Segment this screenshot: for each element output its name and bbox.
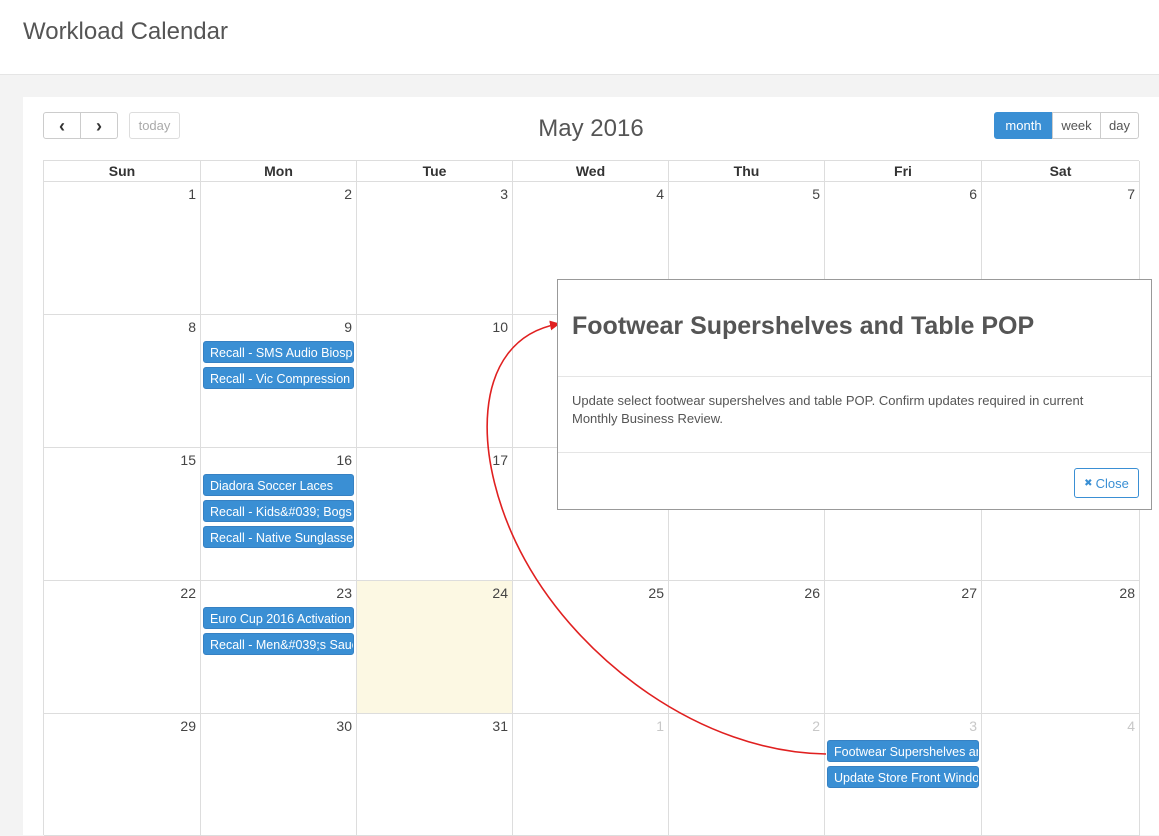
modal-title: Footwear Supershelves and Table POP <box>572 312 1035 340</box>
day-cell[interactable]: 27 <box>825 581 982 714</box>
day-number: 3 <box>969 718 977 734</box>
day-number: 22 <box>180 585 196 601</box>
day-number: 8 <box>188 319 196 335</box>
day-cell[interactable]: 2 <box>669 714 825 836</box>
day-number: 30 <box>336 718 352 734</box>
day-cell[interactable]: 4 <box>982 714 1140 836</box>
day-cell[interactable]: 1 <box>513 714 669 836</box>
day-number: 25 <box>648 585 664 601</box>
calendar-event[interactable]: Euro Cup 2016 Activation <box>203 607 354 629</box>
calendar-event[interactable]: Recall - SMS Audio Biosport <box>203 341 354 363</box>
day-cell[interactable]: 25 <box>513 581 669 714</box>
modal-divider <box>558 452 1151 453</box>
day-number: 3 <box>500 186 508 202</box>
day-number: 27 <box>961 585 977 601</box>
day-number: 24 <box>492 585 508 601</box>
calendar-event[interactable]: Recall - Men&#039;s Saucony <box>203 633 354 655</box>
close-button[interactable]: ✖ Close <box>1074 468 1139 498</box>
weekday-header: Tue <box>357 161 513 182</box>
day-cell-today[interactable]: 24 <box>357 581 513 714</box>
modal-divider <box>558 376 1151 377</box>
page-title: Workload Calendar <box>23 18 228 45</box>
calendar-title: May 2016 <box>538 115 644 142</box>
weekday-header: Sun <box>44 161 201 182</box>
day-number: 4 <box>1127 718 1135 734</box>
day-cell[interactable]: 1 <box>44 182 201 315</box>
month-view-button[interactable]: month <box>994 112 1053 139</box>
day-number: 17 <box>492 452 508 468</box>
day-cell[interactable]: 26 <box>669 581 825 714</box>
close-icon: ✖ <box>1084 477 1093 489</box>
calendar-event[interactable]: Recall - Vic Compression <box>203 367 354 389</box>
weekday-header: Fri <box>825 161 982 182</box>
day-number: 26 <box>804 585 820 601</box>
day-cell[interactable]: 2 <box>201 182 357 315</box>
day-number: 1 <box>188 186 196 202</box>
calendar-event[interactable]: Footwear Supershelves and Table POP <box>827 740 979 762</box>
weekday-header: Sat <box>982 161 1140 182</box>
calendar-event[interactable]: Recall - Kids&#039; Bogs <box>203 500 354 522</box>
day-number: 9 <box>344 319 352 335</box>
day-number: 15 <box>180 452 196 468</box>
weekday-header: Wed <box>513 161 669 182</box>
day-cell[interactable]: 8 <box>44 315 201 448</box>
calendar-event[interactable]: Update Store Front Windows <box>827 766 979 788</box>
day-number: 31 <box>492 718 508 734</box>
modal-body: Update select footwear supershelves and … <box>572 393 1084 426</box>
day-cell[interactable]: 3 <box>357 182 513 315</box>
day-number: 2 <box>344 186 352 202</box>
week-view-button[interactable]: week <box>1052 112 1101 139</box>
day-cell[interactable]: 30 <box>201 714 357 836</box>
day-number: 10 <box>492 319 508 335</box>
close-label: Close <box>1095 475 1129 491</box>
calendar-event[interactable]: Diadora Soccer Laces <box>203 474 354 496</box>
day-number: 6 <box>969 186 977 202</box>
day-view-button[interactable]: day <box>1100 112 1139 139</box>
day-number: 1 <box>656 718 664 734</box>
weekday-header: Thu <box>669 161 825 182</box>
day-cell[interactable]: 28 <box>982 581 1140 714</box>
day-cell[interactable]: 15 <box>44 448 201 581</box>
page-header: Workload Calendar <box>0 0 1159 75</box>
day-number: 16 <box>336 452 352 468</box>
day-number: 28 <box>1119 585 1135 601</box>
weekday-header: Mon <box>201 161 357 182</box>
day-cell[interactable]: 22 <box>44 581 201 714</box>
day-number: 4 <box>656 186 664 202</box>
calendar-event[interactable]: Recall - Native Sunglasses <box>203 526 354 548</box>
day-number: 5 <box>812 186 820 202</box>
day-cell[interactable]: 31 <box>357 714 513 836</box>
day-cell[interactable]: 10 <box>357 315 513 448</box>
day-number: 23 <box>336 585 352 601</box>
day-cell[interactable]: 17 <box>357 448 513 581</box>
day-number: 7 <box>1127 186 1135 202</box>
day-number: 2 <box>812 718 820 734</box>
day-number: 29 <box>180 718 196 734</box>
day-cell[interactable]: 29 <box>44 714 201 836</box>
event-detail-modal: Footwear Supershelves and Table POP Upda… <box>557 279 1152 510</box>
